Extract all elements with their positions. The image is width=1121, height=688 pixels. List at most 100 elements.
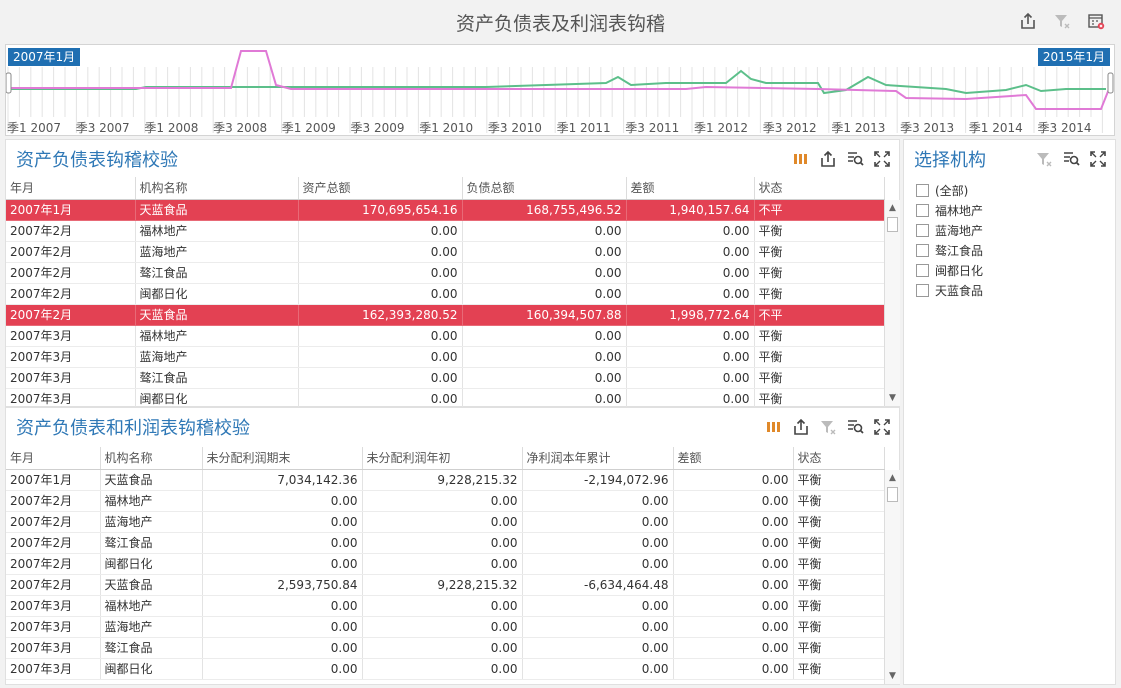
table-row[interactable]: 2007年2月 福林地产 0.00 0.00 0.00 0.00 平衡 <box>6 490 885 512</box>
filter-option[interactable]: 蓝海地产 <box>916 220 983 240</box>
column-header[interactable]: 未分配利润期末 <box>202 447 363 470</box>
table-cell: 0.00 <box>462 262 627 284</box>
table-row[interactable]: 2007年1月 天蓝食品 170,695,654.16 168,755,496.52 1… <box>6 199 885 221</box>
column-header[interactable]: 差额 <box>626 177 755 200</box>
table-cell: 2007年2月 <box>6 553 101 575</box>
checkbox[interactable] <box>916 283 929 297</box>
column-header[interactable]: 净利润本年累计 <box>522 447 674 470</box>
search-icon[interactable] <box>1062 150 1080 168</box>
filter-option[interactable]: 闽都日化 <box>916 260 983 280</box>
table-cell: 闽都日化 <box>135 388 299 410</box>
table-row[interactable]: 2007年1月 天蓝食品 7,034,142.36 9,228,215.32 -2,19… <box>6 469 885 491</box>
column-header[interactable]: 差额 <box>673 447 794 470</box>
table-row[interactable]: 2007年2月 闽都日化 0.00 0.00 0.00 平衡 <box>6 283 885 305</box>
table-row[interactable]: 2007年2月 蓝海地产 0.00 0.00 0.00 0.00 平衡 <box>6 511 885 533</box>
scroll-down-icon[interactable]: ▼ <box>885 390 900 406</box>
table-cell: 闽都日化 <box>100 553 203 575</box>
column-header[interactable]: 年月 <box>6 177 136 200</box>
filter-option[interactable]: (全部) <box>916 180 983 200</box>
range-tick-label: 季3 2011 <box>625 121 680 135</box>
scroll-thumb[interactable] <box>887 487 898 502</box>
table-row[interactable]: 2007年3月 闽都日化 0.00 0.00 0.00 0.00 平衡 <box>6 658 885 680</box>
table-cell: 2007年2月 <box>6 241 136 263</box>
column-header[interactable]: 负债总额 <box>462 177 627 200</box>
column-header[interactable]: 机构名称 <box>100 447 203 470</box>
table-row[interactable]: 2007年2月 天蓝食品 162,393,280.52 160,394,507.88 1… <box>6 304 885 326</box>
table-cell: 0.00 <box>626 325 755 347</box>
table-cell: 0.00 <box>298 367 463 389</box>
table-row[interactable]: 2007年3月 蓝海地产 0.00 0.00 0.00 平衡 <box>6 346 885 368</box>
export-icon[interactable] <box>819 150 837 168</box>
table-row[interactable]: 2007年3月 福林地产 0.00 0.00 0.00 平衡 <box>6 325 885 347</box>
table-row[interactable]: 2007年2月 骜江食品 0.00 0.00 0.00 平衡 <box>6 262 885 284</box>
column-header[interactable]: 状态 <box>754 177 885 200</box>
clear-filter-icon[interactable] <box>1053 12 1071 30</box>
columns-icon[interactable] <box>792 150 810 168</box>
scroll-thumb[interactable] <box>887 217 898 232</box>
filter-option-label: 骜江食品 <box>935 243 984 258</box>
table-row[interactable]: 2007年2月 骜江食品 0.00 0.00 0.00 0.00 平衡 <box>6 532 885 554</box>
table-row[interactable]: 2007年2月 闽都日化 0.00 0.00 0.00 0.00 平衡 <box>6 553 885 575</box>
table-cell: 骜江食品 <box>135 367 299 389</box>
export-icon[interactable] <box>1019 12 1037 30</box>
balance-panel-title: 资产负债表钩稽校验 <box>16 150 178 171</box>
table-cell: 160,394,507.88 <box>462 304 627 326</box>
clear-filter-icon[interactable] <box>819 418 837 436</box>
table-cell: 0.00 <box>462 367 627 389</box>
table-cell: 0.00 <box>522 553 674 575</box>
filter-option[interactable]: 天蓝食品 <box>916 280 983 300</box>
table-cell: 0.00 <box>626 262 755 284</box>
column-header[interactable]: 未分配利润年初 <box>362 447 523 470</box>
search-icon[interactable] <box>846 150 864 168</box>
search-icon[interactable] <box>846 418 864 436</box>
filter-option[interactable]: 福林地产 <box>916 200 983 220</box>
table-row[interactable]: 2007年3月 闽都日化 0.00 0.00 0.00 平衡 <box>6 388 885 410</box>
range-start-label[interactable]: 2007年1月 <box>8 48 81 66</box>
table-row[interactable]: 2007年3月 骜江食品 0.00 0.00 0.00 平衡 <box>6 367 885 389</box>
checkbox[interactable] <box>916 263 929 277</box>
fullscreen-icon[interactable] <box>1089 150 1107 168</box>
table-cell: 0.00 <box>202 595 363 617</box>
range-tick-label: 季1 2013 <box>831 121 886 135</box>
checkbox[interactable] <box>916 223 929 237</box>
scroll-up-icon[interactable]: ▲ <box>885 470 900 486</box>
fullscreen-icon[interactable] <box>873 150 891 168</box>
checkbox[interactable] <box>916 183 929 197</box>
column-header[interactable]: 机构名称 <box>135 177 299 200</box>
title-bar: 资产负债表及利润表钩稽 <box>0 0 1121 42</box>
filter-option[interactable]: 骜江食品 <box>916 240 983 260</box>
table-cell: 天蓝食品 <box>135 199 299 221</box>
range-tick-label: 季3 2007 <box>75 121 130 135</box>
scroll-up-icon[interactable]: ▲ <box>885 200 900 216</box>
table-cell: 0.00 <box>202 511 363 533</box>
table-row[interactable]: 2007年2月 天蓝食品 2,593,750.84 9,228,215.32 -6,63… <box>6 574 885 596</box>
profit-scrollbar[interactable]: ▲ ▼ <box>884 470 900 684</box>
table-cell: 0.00 <box>522 595 674 617</box>
table-cell: 0.00 <box>522 511 674 533</box>
table-cell: 0.00 <box>362 616 523 638</box>
table-row[interactable]: 2007年3月 骜江食品 0.00 0.00 0.00 0.00 平衡 <box>6 637 885 659</box>
table-row[interactable]: 2007年3月 蓝海地产 0.00 0.00 0.00 0.00 平衡 <box>6 616 885 638</box>
column-header[interactable]: 资产总额 <box>298 177 463 200</box>
range-end-label[interactable]: 2015年1月 <box>1037 48 1110 66</box>
table-row[interactable]: 2007年3月 福林地产 0.00 0.00 0.00 0.00 平衡 <box>6 595 885 617</box>
column-header[interactable]: 状态 <box>793 447 885 470</box>
checkbox[interactable] <box>916 243 929 257</box>
time-range-selector[interactable]: 2007年1月 2015年1月 季1 2007 季3 2007 季1 2008 季3 … <box>5 44 1115 136</box>
calendar-icon[interactable] <box>1087 12 1105 30</box>
filter-option-label: 福林地产 <box>935 203 984 218</box>
table-row[interactable]: 2007年2月 蓝海地产 0.00 0.00 0.00 平衡 <box>6 241 885 263</box>
column-header[interactable]: 年月 <box>6 447 101 470</box>
table-cell: 2007年3月 <box>6 637 101 659</box>
scroll-down-icon[interactable]: ▼ <box>885 668 900 684</box>
clear-filter-icon[interactable] <box>1035 150 1053 168</box>
checkbox[interactable] <box>916 203 929 217</box>
columns-icon[interactable] <box>765 418 783 436</box>
export-icon[interactable] <box>792 418 810 436</box>
balance-scrollbar[interactable]: ▲ ▼ <box>884 200 900 406</box>
table-cell: 2007年3月 <box>6 658 101 680</box>
table-cell: 骜江食品 <box>100 532 203 554</box>
fullscreen-icon[interactable] <box>873 418 891 436</box>
table-row[interactable]: 2007年2月 福林地产 0.00 0.00 0.00 平衡 <box>6 220 885 242</box>
table-cell: 162,393,280.52 <box>298 304 463 326</box>
